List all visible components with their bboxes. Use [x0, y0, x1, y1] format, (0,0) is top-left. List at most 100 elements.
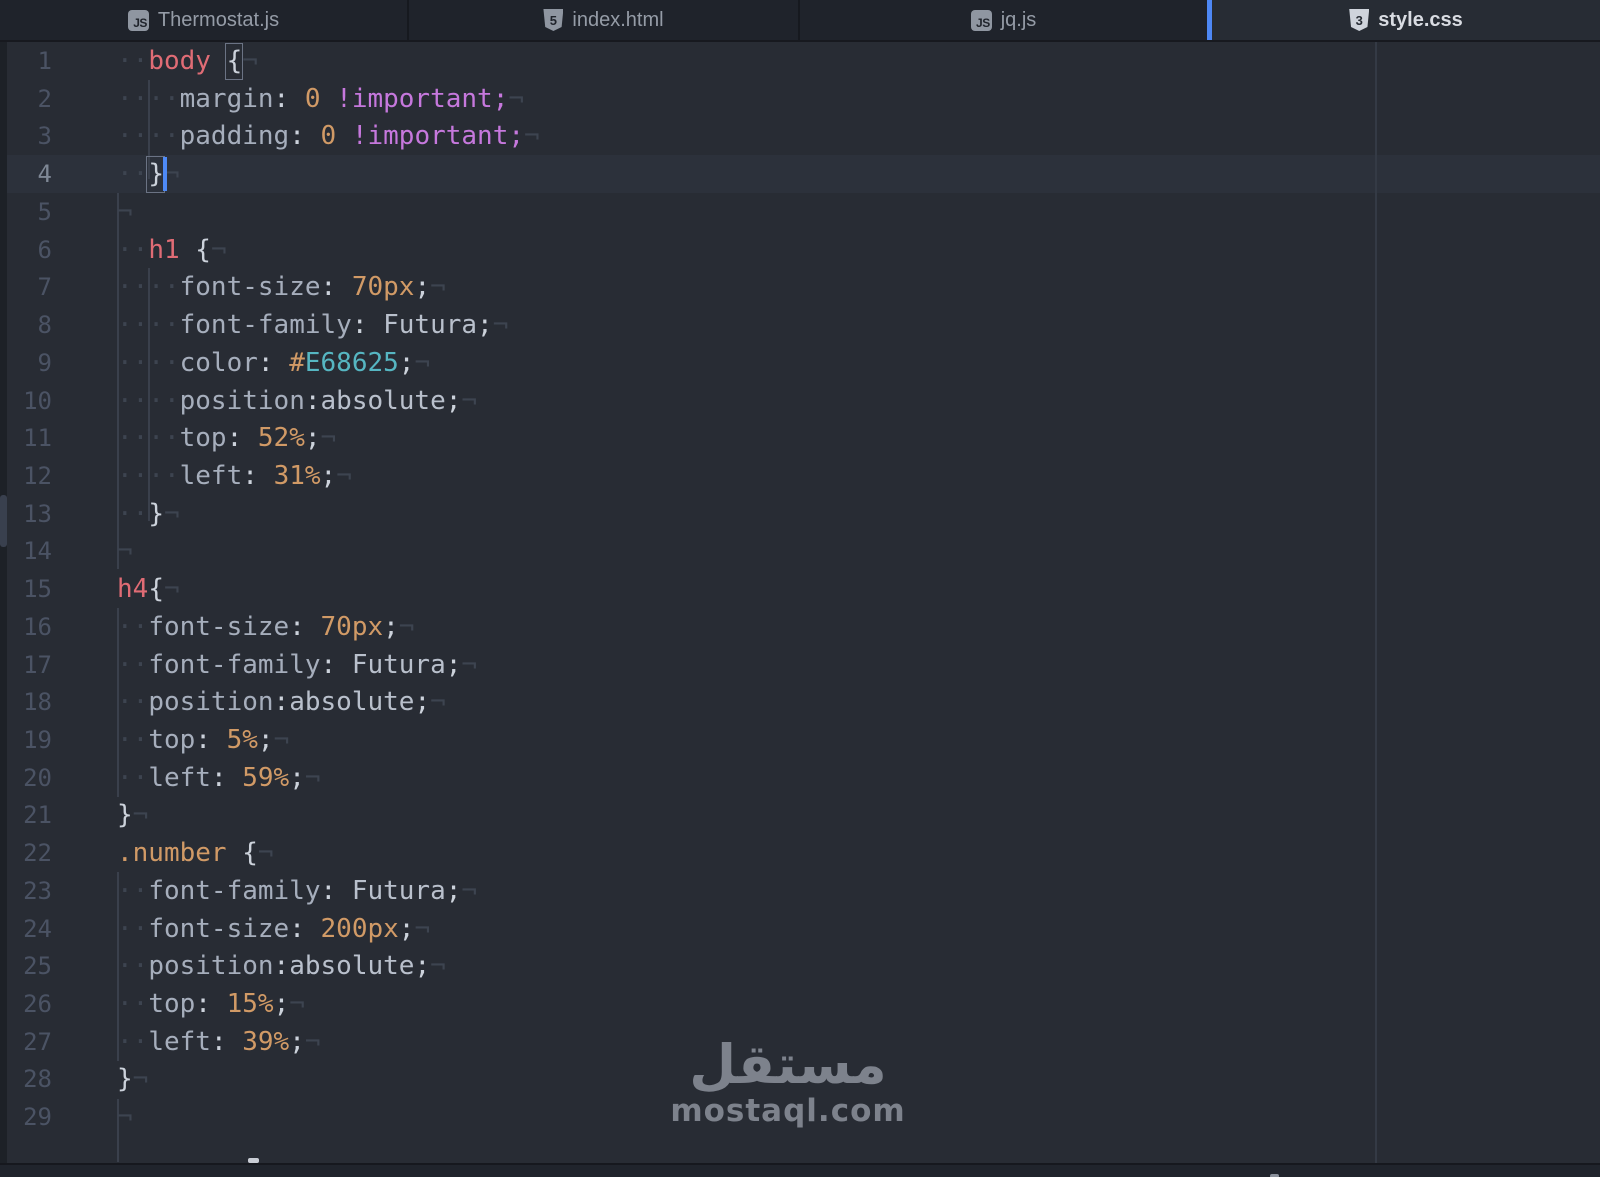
- code-line[interactable]: 19··top: 5%;¬: [0, 721, 1600, 759]
- code-token: ¬: [430, 951, 446, 981]
- code-token: margin: [180, 84, 274, 114]
- line-source: ··left: 59%;¬: [117, 759, 321, 797]
- code-token: 70px: [321, 612, 384, 642]
- line-source: ··font-family: Futura;¬: [117, 872, 477, 910]
- code-token: position: [148, 687, 273, 717]
- line-number: 18: [0, 683, 52, 721]
- line-number: 26: [0, 985, 52, 1023]
- tab-thermostat-js[interactable]: JSThermostat.js: [0, 0, 409, 40]
- code-token: #: [289, 348, 305, 378]
- css3-file-icon: 3: [1349, 9, 1369, 31]
- code-line[interactable]: 9····color: #E68625;¬: [0, 344, 1600, 382]
- tab-style-css[interactable]: 3style.css: [1207, 0, 1600, 40]
- code-token: {: [180, 235, 211, 265]
- line-source: h4{¬: [117, 570, 180, 608]
- code-token: ;: [305, 423, 321, 453]
- code-token: :: [195, 989, 226, 1019]
- code-token: body: [148, 46, 211, 76]
- code-line[interactable]: 7 ····font-size: 70px;¬: [0, 268, 1600, 306]
- html5-file-icon: 5: [543, 9, 563, 31]
- wrap-guide: [1375, 42, 1377, 1163]
- code-line[interactable]: 4··}¬: [0, 155, 1600, 193]
- code-token: !important;: [336, 121, 524, 151]
- code-token: ··: [117, 650, 148, 680]
- code-token: :: [274, 951, 290, 981]
- code-line[interactable]: 29¬: [0, 1098, 1600, 1136]
- code-line[interactable]: 6··h1 {¬: [0, 231, 1600, 269]
- code-token: :: [321, 650, 352, 680]
- line-number: 17: [0, 646, 52, 684]
- tab-index-html[interactable]: 5index.html: [409, 0, 800, 40]
- line-number: 19: [0, 721, 52, 759]
- code-line[interactable]: 23··font-family: Futura;¬: [0, 872, 1600, 910]
- code-line[interactable]: 16··font-size: 70px;¬: [0, 608, 1600, 646]
- code-line[interactable]: 25 ··position:absolute;¬: [0, 947, 1600, 985]
- code-line[interactable]: 12····left: 31%;¬: [0, 457, 1600, 495]
- code-editor[interactable]: 1··body {¬2····margin: 0 !important;¬3··…: [0, 42, 1600, 1163]
- code-line[interactable]: 22 .number {¬: [0, 834, 1600, 872]
- code-line[interactable]: 20··left: 59%;¬: [0, 759, 1600, 797]
- line-number: 25: [0, 947, 52, 985]
- line-source: ····font-size: 70px;¬: [117, 268, 446, 306]
- code-token: ····: [117, 84, 180, 114]
- code-token: 0: [321, 121, 337, 151]
- line-number: 28: [0, 1060, 52, 1098]
- code-token: 200px: [321, 914, 399, 944]
- line-number: 8: [0, 306, 52, 344]
- line-number: 7: [0, 268, 52, 306]
- code-line[interactable]: 17 ··font-family: Futura;¬: [0, 646, 1600, 684]
- line-source: ¬: [117, 1098, 133, 1136]
- code-token: top: [148, 725, 195, 755]
- editor-window: JSThermostat.js5index.htmlJSjq.js3style.…: [0, 0, 1600, 1177]
- code-token: ¬: [430, 272, 446, 302]
- line-source: ····font-family: Futura;¬: [117, 306, 508, 344]
- javascript-file-icon: JS: [971, 10, 992, 31]
- line-source: ··position:absolute;¬: [117, 947, 446, 985]
- code-token: font-family: [148, 650, 320, 680]
- code-line[interactable]: 27··left: 39%;¬: [0, 1023, 1600, 1061]
- code-line[interactable]: 18··position:absolute;¬: [0, 683, 1600, 721]
- code-line[interactable]: 21}¬: [0, 796, 1600, 834]
- line-source: ··top: 15%;¬: [117, 985, 305, 1023]
- line-number: 6: [0, 231, 52, 269]
- code-line[interactable]: 3····padding: 0 !important;¬: [0, 117, 1600, 155]
- code-token: ¬: [524, 121, 540, 151]
- code-line[interactable]: 14¬: [0, 532, 1600, 570]
- code-token: ····: [117, 461, 180, 491]
- code-token: ¬: [461, 876, 477, 906]
- code-token: ····: [117, 310, 180, 340]
- code-token: ¬: [274, 725, 290, 755]
- code-token: h1: [148, 235, 179, 265]
- code-line[interactable]: 11····top: 52%;¬: [0, 419, 1600, 457]
- code-token: absolute: [321, 386, 446, 416]
- code-line[interactable]: 15h4{¬: [0, 570, 1600, 608]
- tab-label: Thermostat.js: [158, 9, 279, 32]
- code-line[interactable]: 8 ····font-family: Futura;¬: [0, 306, 1600, 344]
- code-token: ··: [117, 914, 148, 944]
- line-source: ····color: #E68625;¬: [117, 344, 430, 382]
- line-number: 22: [0, 834, 52, 872]
- tab-jq-js[interactable]: JSjq.js: [800, 0, 1207, 40]
- code-token: ¬: [414, 348, 430, 378]
- line-source: .number {¬: [117, 834, 274, 872]
- line-number: 2: [0, 80, 52, 118]
- code-token: :: [352, 310, 383, 340]
- code-line[interactable]: 24··font-size: 200px;¬: [0, 910, 1600, 948]
- code-token: ;: [289, 763, 305, 793]
- line-source: ··font-family: Futura;¬: [117, 646, 477, 684]
- code-token: ··: [117, 989, 148, 1019]
- code-line[interactable]: 13··}¬: [0, 495, 1600, 533]
- code-line[interactable]: 26 ··top: 15%;¬: [0, 985, 1600, 1023]
- code-token: ····: [117, 423, 180, 453]
- code-token: ¬: [461, 650, 477, 680]
- line-number: 11: [0, 419, 52, 457]
- code-token: :: [227, 423, 258, 453]
- code-line[interactable]: 5¬: [0, 193, 1600, 231]
- line-source: }¬: [117, 796, 148, 834]
- code-line[interactable]: 10····position:absolute;¬: [0, 382, 1600, 420]
- code-line[interactable]: 28}¬: [0, 1060, 1600, 1098]
- code-line[interactable]: 1··body {¬: [0, 42, 1600, 80]
- code-token: :: [305, 386, 321, 416]
- code-token: :: [274, 84, 305, 114]
- code-line[interactable]: 2····margin: 0 !important;¬: [0, 80, 1600, 118]
